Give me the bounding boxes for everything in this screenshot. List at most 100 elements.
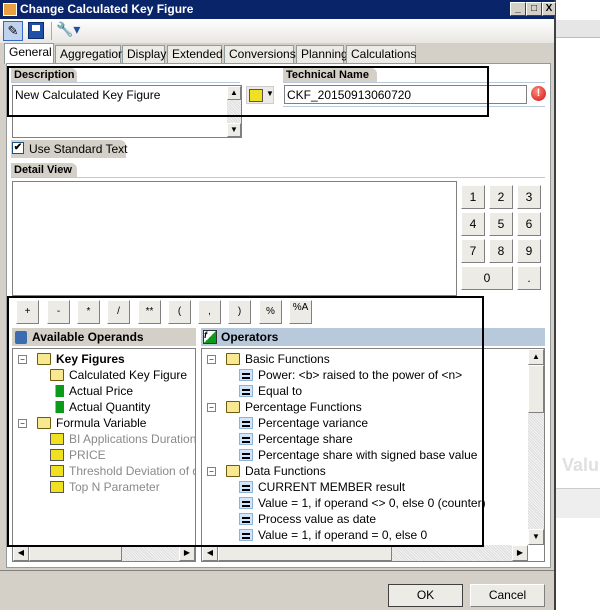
collapse-icon[interactable]: − (18, 355, 27, 364)
key-2[interactable]: 2 (489, 185, 513, 209)
op-percent-a-button[interactable]: %A (289, 300, 312, 324)
tab-calculations[interactable]: Calculations (346, 45, 416, 63)
tree-item[interactable]: Actual Price (50, 383, 133, 399)
pencil-icon[interactable]: ✎ (3, 21, 23, 41)
op-comma-button[interactable]: , (198, 300, 221, 324)
tree-item[interactable]: Equal to (239, 383, 302, 399)
function-icon (239, 417, 253, 429)
collapse-icon[interactable]: − (18, 419, 27, 428)
op-power-button[interactable]: ** (138, 300, 161, 324)
scroll-up-button[interactable]: ▲ (528, 349, 544, 365)
description-label: Description (11, 68, 77, 82)
tree-item[interactable]: Power: <b> raised to the power of <n> (239, 367, 462, 383)
tree-item[interactable]: BI Applications Duration from (50, 431, 195, 447)
scroll-down-button[interactable]: ▼ (528, 529, 544, 545)
tab-display[interactable]: Display (122, 45, 166, 63)
tab-conversions[interactable]: Conversions (224, 45, 296, 63)
tree-item[interactable]: − Data Functions (207, 463, 326, 479)
collapse-icon[interactable]: − (207, 403, 216, 412)
scroll-right-button[interactable]: ▶ (179, 545, 195, 561)
tree-item[interactable]: − Percentage Functions (207, 399, 362, 415)
collapse-icon[interactable]: − (207, 467, 216, 476)
scroll-thumb[interactable] (528, 365, 544, 413)
formula-editor[interactable] (12, 181, 457, 296)
collapse-icon[interactable]: − (207, 355, 216, 364)
op-close-paren-button[interactable]: ) (228, 300, 251, 324)
op-plus-button[interactable]: + (16, 300, 39, 324)
key-1[interactable]: 1 (461, 185, 485, 209)
description-input[interactable]: New Calculated Key Figure (12, 85, 242, 138)
technical-name-input[interactable]: CKF_20150913060720 (284, 85, 527, 104)
app-grid-icon (3, 3, 17, 16)
key-0[interactable]: 0 (461, 266, 513, 290)
title-bar: Change Calculated Key Figure (0, 0, 554, 19)
tree-item[interactable]: Value = 1, if operand = 0, else 0 (239, 527, 427, 543)
key-8[interactable]: 8 (489, 239, 513, 263)
key-decimal[interactable]: . (517, 266, 541, 290)
minimize-button[interactable]: _ (510, 2, 526, 16)
key-5[interactable]: 5 (489, 212, 513, 236)
technical-name-value: CKF_20150913060720 (287, 88, 412, 102)
op-multiply-button[interactable]: * (77, 300, 100, 324)
floppy-disk-icon[interactable] (28, 22, 44, 39)
tree-item[interactable]: CURRENT MEMBER result (239, 479, 405, 495)
op-open-paren-button[interactable]: ( (168, 300, 191, 324)
op-minus-button[interactable]: - (47, 300, 70, 324)
operators-hscrollbar[interactable]: ◀ ▶ (202, 545, 528, 561)
variable-icon (249, 89, 263, 102)
operands-tree[interactable]: − Key Figures Calculated Key Figure Actual … (12, 348, 196, 562)
text-variable-button[interactable]: ▼ (246, 86, 274, 104)
tree-item[interactable]: − Formula Variable (18, 415, 146, 431)
key-7[interactable]: 7 (461, 239, 485, 263)
tree-item[interactable]: − Basic Functions (207, 351, 330, 367)
maximize-button[interactable]: □ (526, 2, 542, 16)
scroll-left-button[interactable]: ◀ (202, 545, 218, 561)
tab-general[interactable]: General (4, 43, 54, 64)
cancel-button[interactable]: Cancel (470, 584, 545, 607)
tree-item[interactable]: Percentage variance (239, 415, 368, 431)
tree-item[interactable]: Threshold Deviation of durati (50, 463, 195, 479)
error-exclamation-icon[interactable]: ! (531, 86, 546, 101)
scroll-right-button[interactable]: ▶ (512, 545, 528, 561)
description-value: New Calculated Key Figure (15, 88, 161, 102)
scroll-thumb[interactable] (29, 545, 122, 561)
tab-extended[interactable]: Extended (167, 45, 223, 63)
tree-item[interactable]: Process value as date (239, 511, 376, 527)
description-scrollbar[interactable]: ▲ ▼ (227, 86, 241, 137)
tab-aggregation[interactable]: Aggregation (55, 45, 125, 63)
op-divide-button[interactable]: / (107, 300, 130, 324)
scroll-left-button[interactable]: ◀ (13, 545, 29, 561)
tree-item-label: Percentage share with signed base value (258, 448, 478, 462)
ok-button[interactable]: OK (388, 584, 463, 607)
tree-item-label: Value = 1, if operand <> 0, else 0 (coun… (258, 496, 486, 510)
wrench-icon[interactable]: 🔧▾ (56, 21, 80, 38)
tree-item[interactable]: Actual Quantity (50, 399, 150, 415)
scroll-thumb[interactable] (218, 545, 392, 561)
folder-icon (50, 369, 64, 381)
tab-planning[interactable]: Planning (296, 45, 348, 63)
key-6[interactable]: 6 (517, 212, 541, 236)
key-9[interactable]: 9 (517, 239, 541, 263)
tree-item[interactable]: Percentage share with signed base value (239, 447, 477, 463)
op-percent-button[interactable]: % (259, 300, 282, 324)
tree-item[interactable]: PRICE (50, 447, 106, 463)
tree-item[interactable]: Top N Parameter (50, 479, 160, 495)
tree-item[interactable]: Percentage share (239, 431, 353, 447)
folder-icon (37, 417, 51, 429)
operators-vscrollbar[interactable]: ▲ ▼ (528, 349, 544, 545)
dialog: Change Calculated Key Figure _ □ X ✎ 🔧▾ … (0, 0, 556, 610)
window-title: Change Calculated Key Figure (20, 2, 194, 16)
tree-item[interactable]: Value = 1, if operand <> 0, else 0 (coun… (239, 495, 486, 511)
tree-item-label: Power: <b> raised to the power of <n> (258, 368, 463, 382)
close-button[interactable]: X (542, 2, 556, 16)
operands-hscrollbar[interactable]: ◀ ▶ (13, 545, 195, 561)
use-standard-text-checkbox[interactable]: ✔ (12, 142, 24, 154)
tree-item[interactable]: Calculated Key Figure (50, 367, 187, 383)
variable-icon (50, 449, 64, 461)
tree-item-label: Process value as date (258, 512, 377, 526)
tree-item[interactable]: − Key Figures (18, 351, 125, 367)
operators-tree[interactable]: − Basic Functions Power: <b> raised to the… (201, 348, 545, 562)
tree-item-label: Formula Variable (56, 416, 147, 430)
key-3[interactable]: 3 (517, 185, 541, 209)
key-4[interactable]: 4 (461, 212, 485, 236)
